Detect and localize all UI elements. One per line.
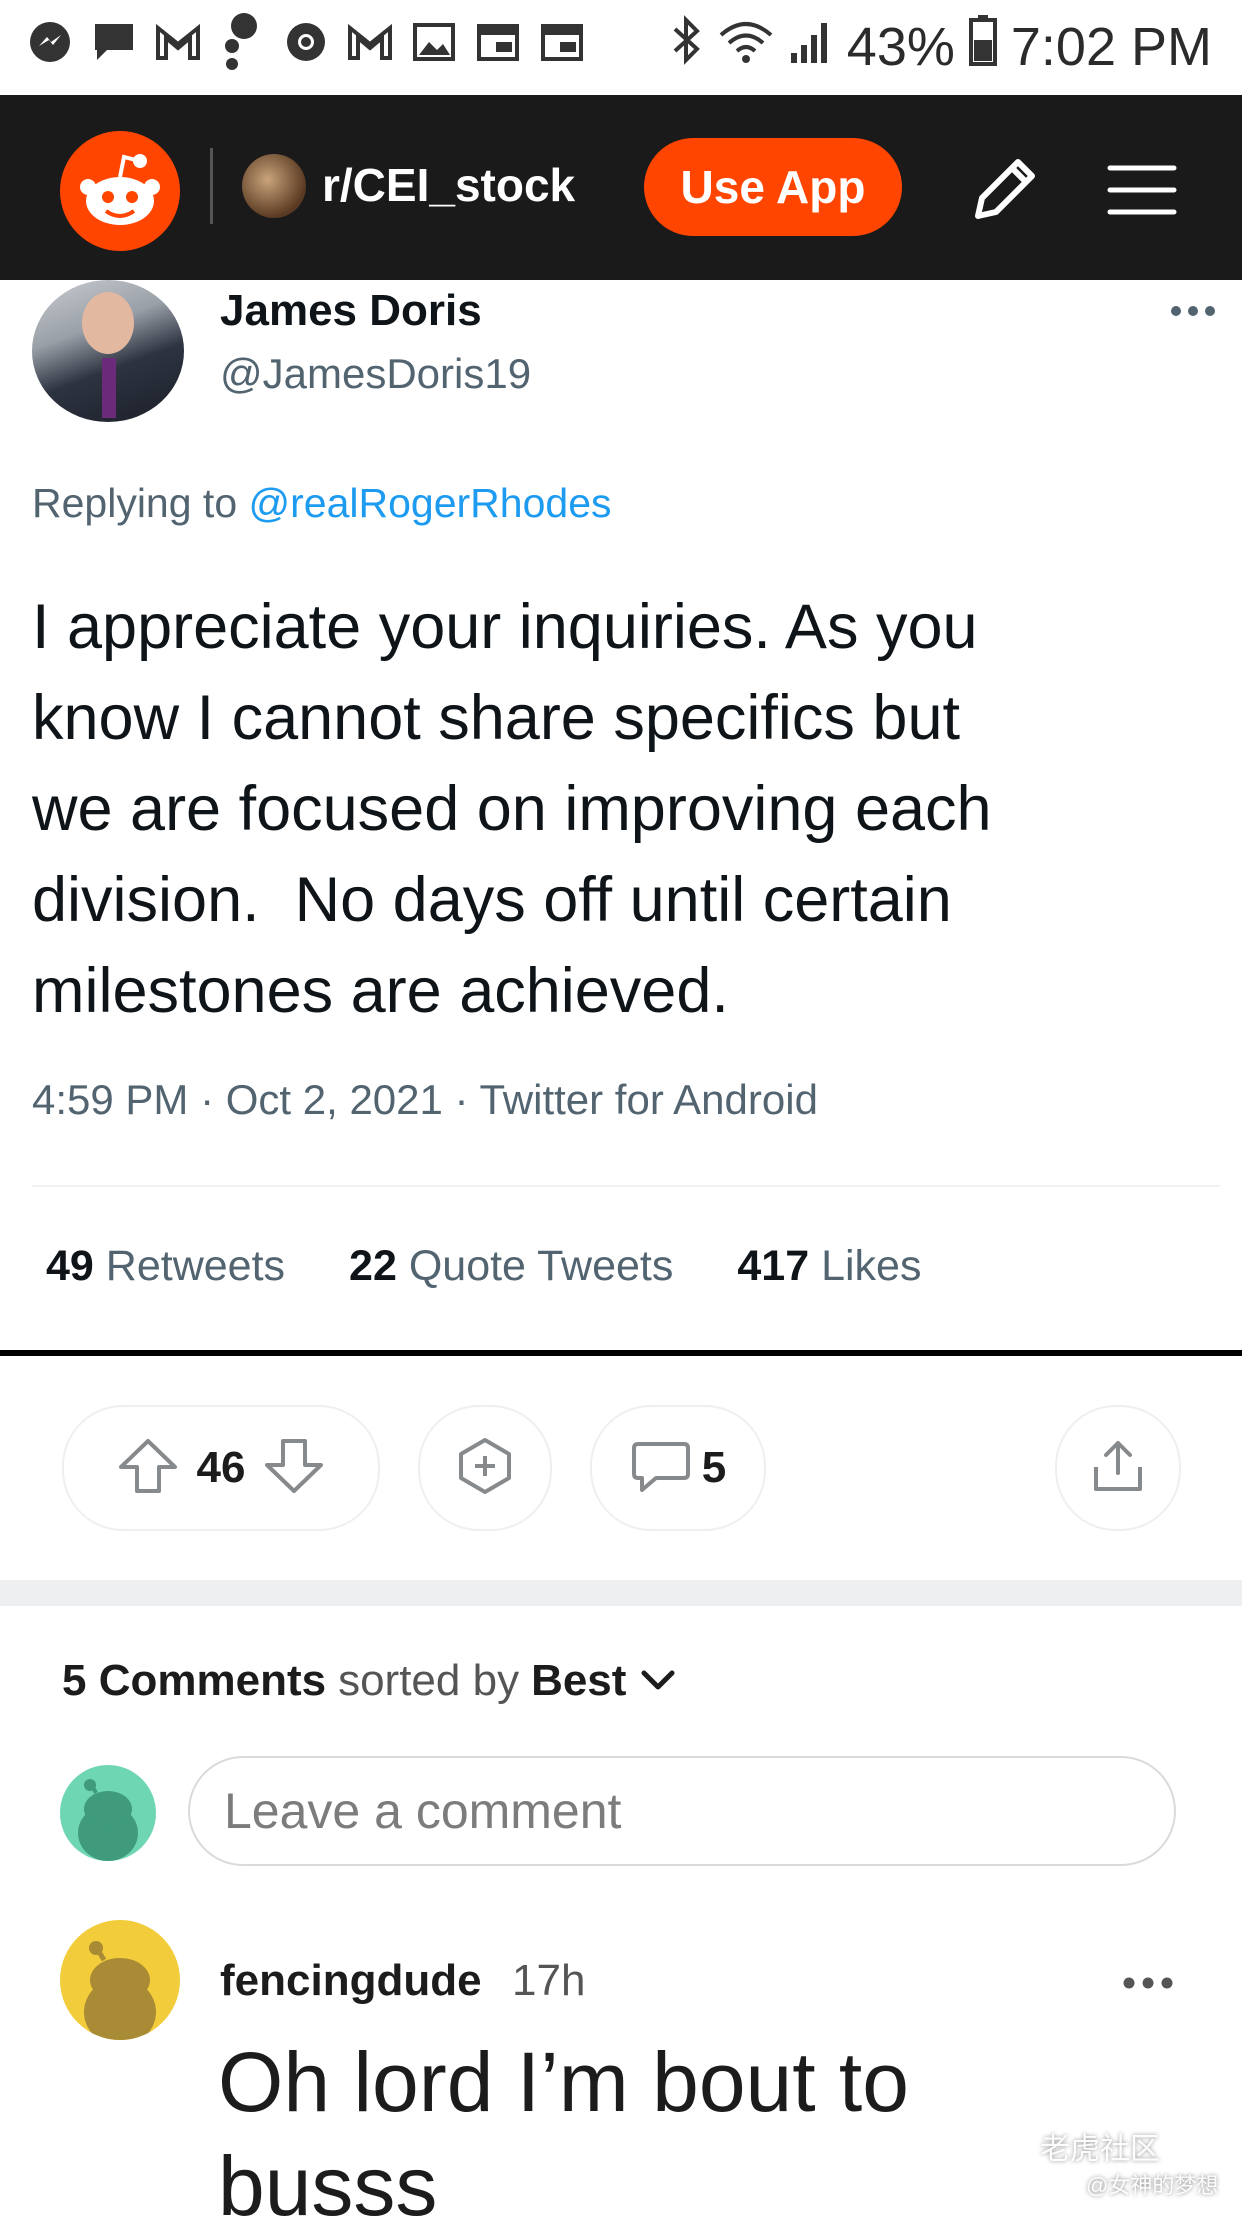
chrome-icon xyxy=(282,18,330,66)
commenter-avatar[interactable] xyxy=(60,1920,180,2040)
quotes-count: 22 xyxy=(349,1242,397,1290)
gmail-icon xyxy=(346,18,394,66)
topbar-divider xyxy=(210,148,213,224)
reddit-logo-icon[interactable] xyxy=(60,131,180,251)
tweet-meta: 4:59 PM · Oct 2, 2021 · Twitter for Andr… xyxy=(32,1076,818,1123)
wifi-icon xyxy=(717,16,775,78)
upvote-icon[interactable] xyxy=(117,1437,179,1500)
gmail-icon xyxy=(154,18,202,66)
calendar-icon xyxy=(474,18,522,66)
current-user-avatar xyxy=(60,1765,156,1861)
reddit-topbar xyxy=(0,95,1242,280)
signal-icon xyxy=(789,16,833,78)
comment-age: 17h xyxy=(512,1956,586,2005)
comments-sort-header[interactable]: 5 Comments sorted by Best xyxy=(62,1656,678,1706)
watermark-handle: @女神的梦想 xyxy=(1086,2173,1219,2198)
likes-label: Likes xyxy=(809,1242,922,1290)
pencil-icon[interactable] xyxy=(964,150,1044,230)
battery-percent: 43% xyxy=(846,16,955,77)
section-separator xyxy=(0,1580,1242,1606)
award-icon xyxy=(455,1436,515,1501)
vote-control: 46 xyxy=(62,1405,380,1531)
tweet-author-handle: @JamesDoris19 xyxy=(220,350,532,397)
comment-count: 5 xyxy=(701,1443,727,1492)
tweet-more-icon xyxy=(1168,296,1218,326)
bluetooth-icon xyxy=(669,15,703,78)
share-icon xyxy=(1090,1437,1146,1500)
use-app-button[interactable]: Use App xyxy=(644,138,902,236)
gallery-icon xyxy=(410,18,458,66)
messenger-icon xyxy=(26,18,74,66)
watermark-text: 老虎社区 xyxy=(1040,2133,1160,2166)
share-button[interactable] xyxy=(1055,1405,1181,1531)
replying-mention: @realRogerRhodes xyxy=(248,480,612,526)
comment-username[interactable]: fencingdude xyxy=(220,1956,482,2006)
subreddit-name[interactable]: r/CEI_stock xyxy=(322,158,575,212)
quotes-stat: 22 Quote Tweets xyxy=(349,1242,673,1291)
chevron-down-icon xyxy=(638,1656,678,1706)
tweet-author-avatar xyxy=(32,280,184,422)
replying-to: Replying to @realRogerRhodes xyxy=(32,480,612,527)
hamburger-menu-icon[interactable] xyxy=(1100,150,1184,230)
likes-count: 417 xyxy=(737,1242,810,1290)
tweet-divider xyxy=(32,1185,1220,1187)
downvote-icon[interactable] xyxy=(263,1437,325,1500)
calendar-icon xyxy=(538,18,586,66)
tweet-stats: 49 Retweets 22 Quote Tweets 417 Likes xyxy=(46,1242,921,1291)
chat-icon xyxy=(90,18,138,66)
comments-button[interactable]: 5 xyxy=(590,1405,766,1531)
retweets-count: 49 xyxy=(46,1242,94,1290)
status-right: 43% 7:02 PM xyxy=(669,14,1212,79)
battery-icon xyxy=(968,14,997,79)
replying-prefix: Replying to xyxy=(32,480,249,526)
comment-icon xyxy=(630,1438,692,1499)
tweet-author-name: James Doris xyxy=(220,286,482,335)
sort-value: Best xyxy=(531,1656,627,1705)
comment-more-icon[interactable] xyxy=(1120,1968,1176,1998)
retweets-label: Retweets xyxy=(93,1242,286,1290)
quotes-label: Quote Tweets xyxy=(396,1242,674,1290)
screenshot-border xyxy=(0,1350,1242,1356)
tweet-text: I appreciate your inquiries. As you know… xyxy=(32,592,992,1026)
comments-count-label: 5 Comments xyxy=(62,1656,327,1705)
assistant-icon xyxy=(218,13,266,70)
comment-input[interactable] xyxy=(188,1756,1176,1866)
vote-count: 46 xyxy=(196,1443,246,1492)
likes-stat: 417 Likes xyxy=(737,1242,921,1291)
retweets-stat: 49 Retweets xyxy=(46,1242,285,1291)
award-button[interactable] xyxy=(418,1405,552,1531)
status-bar: 43% 7:02 PM xyxy=(0,0,1242,95)
subreddit-avatar[interactable] xyxy=(242,154,306,218)
sorted-by-label: sorted by xyxy=(338,1656,520,1705)
clock: 7:02 PM xyxy=(1010,16,1212,77)
notification-icons xyxy=(26,13,586,70)
